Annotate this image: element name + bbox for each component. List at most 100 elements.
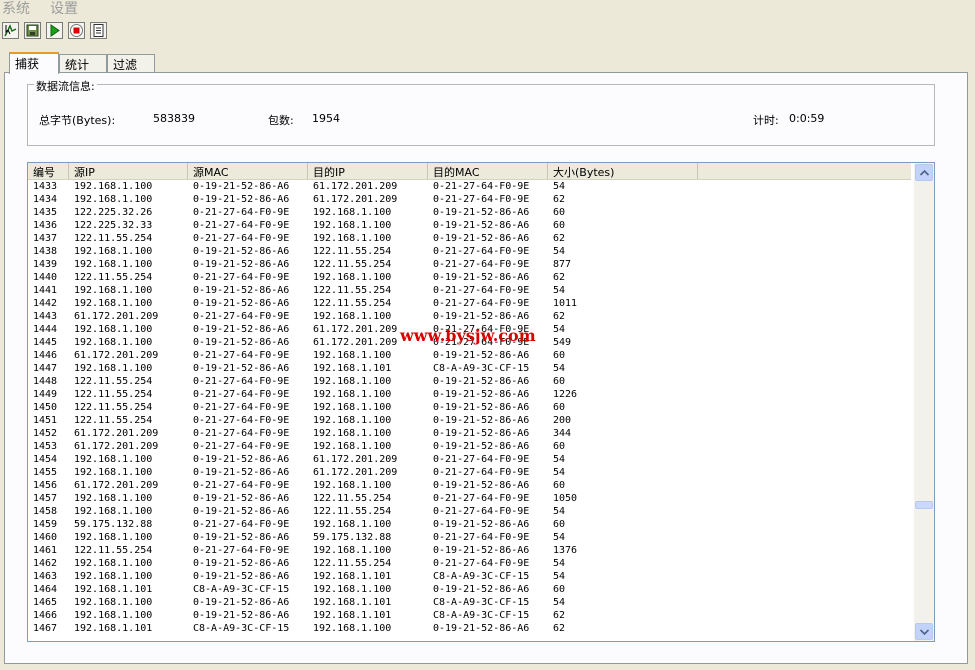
tab-capture[interactable]: 捕获: [9, 52, 59, 74]
table-row[interactable]: 1439 192.168.1.100 0-19-21-52-86-A6 122.11.…: [28, 258, 911, 271]
scroll-up-icon[interactable]: [915, 164, 933, 181]
cell-id: 1449: [33, 389, 58, 400]
scroll-down-icon[interactable]: [915, 623, 933, 640]
cell-src-mac: 0-21-27-64-F0-9E: [193, 428, 290, 439]
cell-src-mac: 0-21-27-64-F0-9E: [193, 220, 290, 231]
capture-panel: 数据流信息: 总字节(Bytes): 583839 包数: 1954 计时: 0…: [4, 72, 968, 664]
table-row[interactable]: 1467 192.168.1.101 C8-A-A9-3C-CF-15 192.168…: [28, 622, 911, 635]
column-header-size[interactable]: 大小(Bytes): [548, 163, 698, 179]
cell-src-ip: 192.168.1.100: [74, 259, 153, 270]
cell-dst-mac: 0-21-27-64-F0-9E: [433, 181, 530, 192]
table-row[interactable]: 1463 192.168.1.100 0-19-21-52-86-A6 192.168…: [28, 570, 911, 583]
cell-size: 54: [553, 506, 566, 517]
stop-icon[interactable]: [68, 22, 85, 39]
cell-dst-ip: 192.168.1.100: [313, 350, 392, 361]
cell-src-mac: 0-21-27-64-F0-9E: [193, 376, 290, 387]
table-row[interactable]: 1455 192.168.1.100 0-19-21-52-86-A6 61.172.…: [28, 466, 911, 479]
cell-dst-ip: 192.168.1.100: [313, 389, 392, 400]
cell-id: 1463: [33, 571, 58, 582]
play-icon[interactable]: [46, 22, 63, 39]
column-header-empty[interactable]: [698, 163, 911, 179]
cell-dst-mac: 0-19-21-52-86-A6: [433, 584, 530, 595]
table-row[interactable]: 1459 59.175.132.88 0-21-27-64-F0-9E 192.168…: [28, 518, 911, 531]
cell-src-mac: 0-19-21-52-86-A6: [193, 194, 290, 205]
table-row[interactable]: 1453 61.172.201.209 0-21-27-64-F0-9E 192.16…: [28, 440, 911, 453]
cell-src-ip: 192.168.1.100: [74, 285, 153, 296]
packet-rows: 1433 192.168.1.100 0-19-21-52-86-A6 61.172.…: [28, 180, 911, 635]
cell-dst-mac: C8-A-A9-3C-CF-15: [433, 597, 530, 608]
cell-src-ip: 192.168.1.100: [74, 467, 153, 478]
cell-dst-mac: 0-19-21-52-86-A6: [433, 350, 530, 361]
table-row[interactable]: 1465 192.168.1.100 0-19-21-52-86-A6 192.168…: [28, 596, 911, 609]
cell-src-ip: 122.11.55.254: [74, 389, 153, 400]
table-row[interactable]: 1440 122.11.55.254 0-21-27-64-F0-9E 192.168…: [28, 271, 911, 284]
table-row[interactable]: 1462 192.168.1.100 0-19-21-52-86-A6 122.11.…: [28, 557, 911, 570]
menu-system[interactable]: 系统: [2, 0, 30, 18]
cell-size: 54: [553, 285, 566, 296]
table-row[interactable]: 1447 192.168.1.100 0-19-21-52-86-A6 192.168…: [28, 362, 911, 375]
cell-dst-mac: 0-19-21-52-86-A6: [433, 519, 530, 530]
column-header-src-ip[interactable]: 源IP: [69, 163, 188, 179]
cell-id: 1447: [33, 363, 58, 374]
table-row[interactable]: 1466 192.168.1.100 0-19-21-52-86-A6 192.168…: [28, 609, 911, 622]
column-header-dst-mac[interactable]: 目的MAC: [428, 163, 548, 179]
cell-id: 1448: [33, 376, 58, 387]
table-row[interactable]: 1464 192.168.1.101 C8-A-A9-3C-CF-15 192.168…: [28, 583, 911, 596]
column-header-id[interactable]: 编号: [28, 163, 69, 179]
table-row[interactable]: 1457 192.168.1.100 0-19-21-52-86-A6 122.11.…: [28, 492, 911, 505]
table-row[interactable]: 1458 192.168.1.100 0-19-21-52-86-A6 122.11.…: [28, 505, 911, 518]
cell-dst-ip: 61.172.201.209: [313, 454, 398, 465]
cell-dst-ip: 122.11.55.254: [313, 298, 392, 309]
table-row[interactable]: 1441 192.168.1.100 0-19-21-52-86-A6 122.11.…: [28, 284, 911, 297]
cell-src-mac: 0-19-21-52-86-A6: [193, 597, 290, 608]
save-icon[interactable]: [24, 22, 41, 39]
column-header-src-mac[interactable]: 源MAC: [188, 163, 308, 179]
table-row[interactable]: 1450 122.11.55.254 0-21-27-64-F0-9E 192.168…: [28, 401, 911, 414]
cell-id: 1437: [33, 233, 58, 244]
cell-dst-mac: 0-19-21-52-86-A6: [433, 428, 530, 439]
table-row[interactable]: 1434 192.168.1.100 0-19-21-52-86-A6 61.172.…: [28, 193, 911, 206]
scroll-thumb[interactable]: [915, 501, 933, 509]
tab-statistics[interactable]: 统计: [59, 54, 107, 72]
cell-dst-ip: 192.168.1.100: [313, 519, 392, 530]
cell-dst-ip: 59.175.132.88: [313, 532, 392, 543]
cell-src-ip: 192.168.1.100: [74, 597, 153, 608]
column-header-dst-ip[interactable]: 目的IP: [308, 163, 428, 179]
packet-list[interactable]: 编号 源IP 源MAC 目的IP 目的MAC 大小(Bytes) 1433 192…: [27, 162, 935, 642]
cell-src-mac: 0-19-21-52-86-A6: [193, 454, 290, 465]
cell-src-mac: 0-21-27-64-F0-9E: [193, 350, 290, 361]
table-row[interactable]: 1437 122.11.55.254 0-21-27-64-F0-9E 192.168…: [28, 232, 911, 245]
cell-src-ip: 122.11.55.254: [74, 415, 153, 426]
cell-dst-ip: 192.168.1.100: [313, 376, 392, 387]
cell-id: 1438: [33, 246, 58, 257]
tab-filter[interactable]: 过滤: [107, 54, 155, 72]
table-row[interactable]: 1460 192.168.1.100 0-19-21-52-86-A6 59.175.…: [28, 531, 911, 544]
timer-label: 计时:: [753, 114, 779, 127]
table-row[interactable]: 1461 122.11.55.254 0-21-27-64-F0-9E 192.168…: [28, 544, 911, 557]
table-row[interactable]: 1433 192.168.1.100 0-19-21-52-86-A6 61.172.…: [28, 180, 911, 193]
table-row[interactable]: 1438 192.168.1.100 0-19-21-52-86-A6 122.11.…: [28, 245, 911, 258]
capture-icon[interactable]: [2, 22, 19, 39]
table-row[interactable]: 1449 122.11.55.254 0-21-27-64-F0-9E 192.168…: [28, 388, 911, 401]
vertical-scrollbar[interactable]: [914, 163, 934, 641]
table-row[interactable]: 1442 192.168.1.100 0-19-21-52-86-A6 122.11.…: [28, 297, 911, 310]
cell-id: 1455: [33, 467, 58, 478]
cell-src-ip: 122.225.32.26: [74, 207, 153, 218]
table-row[interactable]: 1435 122.225.32.26 0-21-27-64-F0-9E 192.168…: [28, 206, 911, 219]
document-icon[interactable]: [90, 22, 107, 39]
table-row[interactable]: 1436 122.225.32.33 0-21-27-64-F0-9E 192.168…: [28, 219, 911, 232]
cell-dst-mac: 0-21-27-64-F0-9E: [433, 259, 530, 270]
cell-dst-ip: 192.168.1.100: [313, 428, 392, 439]
table-row[interactable]: 1443 61.172.201.209 0-21-27-64-F0-9E 192.16…: [28, 310, 911, 323]
table-row[interactable]: 1448 122.11.55.254 0-21-27-64-F0-9E 192.168…: [28, 375, 911, 388]
menu-settings[interactable]: 设置: [50, 0, 78, 18]
table-row[interactable]: 1456 61.172.201.209 0-21-27-64-F0-9E 192.16…: [28, 479, 911, 492]
table-row[interactable]: 1454 192.168.1.100 0-19-21-52-86-A6 61.172.…: [28, 453, 911, 466]
cell-src-ip: 61.172.201.209: [74, 350, 159, 361]
table-row[interactable]: 1452 61.172.201.209 0-21-27-64-F0-9E 192.16…: [28, 427, 911, 440]
cell-dst-ip: 192.168.1.100: [313, 272, 392, 283]
cell-dst-mac: 0-19-21-52-86-A6: [433, 441, 530, 452]
table-row[interactable]: 1446 61.172.201.209 0-21-27-64-F0-9E 192.16…: [28, 349, 911, 362]
table-row[interactable]: 1451 122.11.55.254 0-21-27-64-F0-9E 192.168…: [28, 414, 911, 427]
stream-info-title: 数据流信息:: [34, 78, 97, 94]
